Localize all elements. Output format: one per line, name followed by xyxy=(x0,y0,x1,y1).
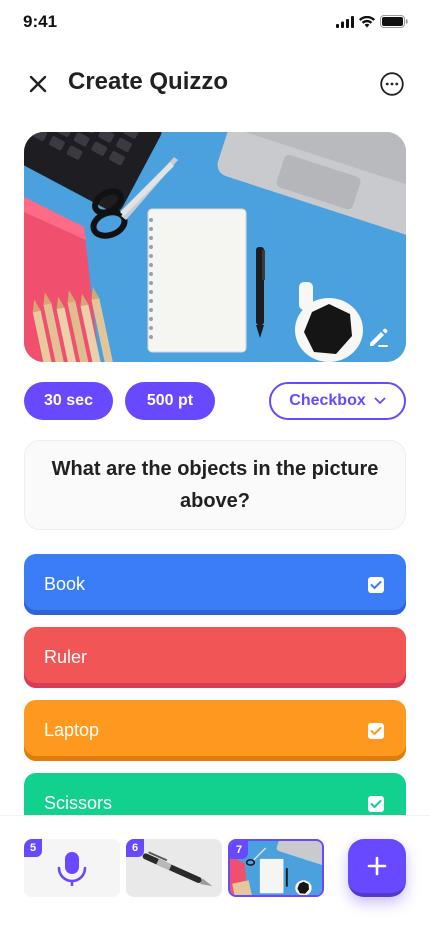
more-circle-icon xyxy=(380,72,404,96)
answer-type-label: Checkbox xyxy=(289,392,366,409)
close-icon xyxy=(29,75,47,93)
checkbox-checked-icon[interactable] xyxy=(368,722,384,739)
slides-bar: 5 6 7 xyxy=(0,815,430,932)
checkbox-checked-icon[interactable] xyxy=(368,576,384,593)
answer-option[interactable]: Ruler xyxy=(24,627,406,688)
checkbox-checked-icon[interactable] xyxy=(368,795,384,812)
question-input[interactable]: What are the objects in the picture abov… xyxy=(24,440,406,530)
chevron-down-icon xyxy=(374,397,386,404)
wifi-icon xyxy=(359,15,375,27)
signal-icon xyxy=(336,15,354,28)
answer-type-dropdown[interactable]: Checkbox xyxy=(269,382,406,420)
page-title: Create Quizzo xyxy=(68,68,229,95)
slide-number: 7 xyxy=(230,841,248,859)
add-slide-button[interactable] xyxy=(348,839,406,897)
answer-label: Ruler xyxy=(44,647,88,667)
desk-illustration xyxy=(24,132,406,362)
edit-cover-button[interactable] xyxy=(366,324,392,350)
slide-number: 5 xyxy=(24,839,42,857)
edit-icon xyxy=(370,328,388,347)
cover-image[interactable] xyxy=(24,132,406,362)
points-chip[interactable]: 500 pt xyxy=(125,382,215,420)
answer-option[interactable]: Laptop xyxy=(24,700,406,761)
answer-label: Laptop xyxy=(44,720,100,740)
answer-option[interactable]: Scissors xyxy=(24,773,406,815)
slide-thumbnail[interactable]: 5 xyxy=(24,839,120,897)
status-time: 9:41 xyxy=(23,12,58,31)
time-limit-chip[interactable]: 30 sec xyxy=(24,382,113,420)
answer-option[interactable]: Book xyxy=(24,554,406,615)
question-text: What are the objects in the picture abov… xyxy=(51,458,379,512)
plus-icon xyxy=(367,856,387,876)
answer-label: Scissors xyxy=(44,793,113,813)
slide-number: 6 xyxy=(126,839,144,857)
header: Create Quizzo xyxy=(0,60,430,108)
answers-list: Book Ruler Laptop Scissors xyxy=(24,554,406,815)
battery-icon xyxy=(380,15,408,28)
slide-thumbnail[interactable]: 6 xyxy=(126,839,222,897)
status-icons xyxy=(336,15,408,28)
slide-thumbnail-active[interactable]: 7 xyxy=(228,839,324,897)
close-button[interactable] xyxy=(24,70,52,98)
status-bar: 9:41 xyxy=(0,0,430,44)
more-options-button[interactable] xyxy=(380,72,404,96)
answer-label: Book xyxy=(44,574,86,594)
